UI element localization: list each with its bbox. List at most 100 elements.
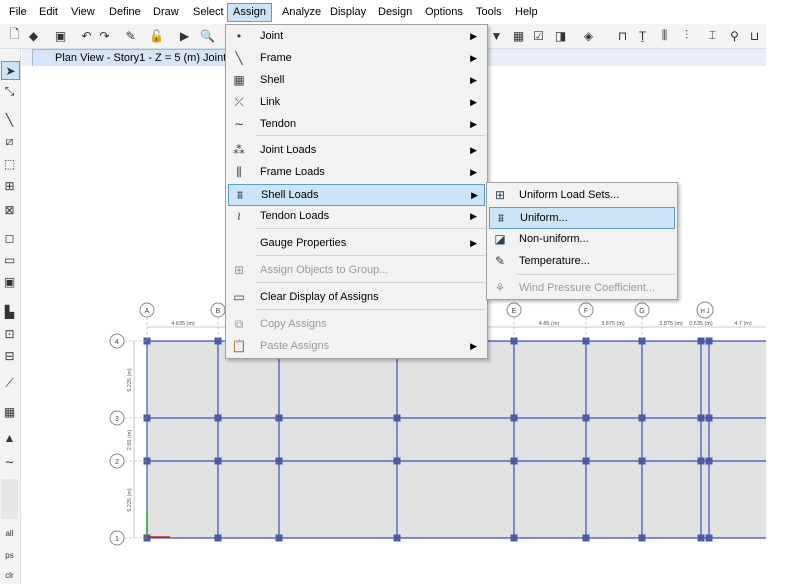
draw-shell-icon[interactable]: ◻ xyxy=(1,229,18,246)
draw-tendon-icon[interactable]: ▲ xyxy=(1,429,18,446)
assign-menu-item-tendon-loads[interactable]: ≀ Tendon Loads ▶ xyxy=(228,206,483,226)
non-uniform-load-icon: ◪ xyxy=(494,232,506,246)
shell-loads-item-temperature[interactable]: ✎ Temperature... xyxy=(489,251,673,271)
menu-edit[interactable]: Edit xyxy=(34,4,63,21)
display-options-icon[interactable]: ◨ xyxy=(552,27,569,44)
column-grid-label: A xyxy=(145,308,150,315)
menu-analyze[interactable]: Analyze xyxy=(277,4,326,21)
shell-loads-item-non-uniform[interactable]: ◪ Non-uniform... xyxy=(489,229,673,249)
draw-area-icon[interactable]: ▣ xyxy=(1,273,18,290)
joint-node xyxy=(582,414,590,422)
joint-node xyxy=(275,414,283,422)
clear-selection-button[interactable]: clr xyxy=(1,567,18,584)
menu-separator xyxy=(517,274,675,275)
frame-display-icon[interactable]: ⊔ xyxy=(746,27,763,44)
reshape-icon[interactable]: ⤡ xyxy=(1,83,18,100)
shell-loads-item-uniform-load-sets[interactable]: ⊞ Uniform Load Sets... xyxy=(489,185,673,205)
assign-menu-item-joint[interactable]: • Joint ▶ xyxy=(228,26,483,46)
results-icon[interactable]: ⫶ xyxy=(678,27,695,44)
menu-view[interactable]: View xyxy=(66,4,100,21)
previous-selection-button[interactable]: ps xyxy=(1,547,18,564)
section-icon[interactable]: Ṯ xyxy=(634,27,651,44)
joint-node xyxy=(214,414,222,422)
assign-menu-item-label: Assign Objects to Group... xyxy=(260,264,389,276)
draw-frame-icon[interactable]: ⧄ xyxy=(1,133,18,150)
group-icon: ⊞ xyxy=(233,263,245,277)
assign-menu-item-copy-assigns: ⧉ Copy Assigns xyxy=(228,314,483,334)
deformed-icon[interactable]: ⌶ xyxy=(704,27,721,44)
assign-menu-item-joint-loads[interactable]: ⁂ Joint Loads ▶ xyxy=(228,140,483,160)
row-grid-label: 3 xyxy=(115,416,119,423)
menu-options[interactable]: Options xyxy=(420,4,468,21)
menu-tools[interactable]: Tools xyxy=(471,4,507,21)
joint-node xyxy=(582,457,590,465)
undo-icon[interactable]: ↶ xyxy=(78,27,95,44)
draw-rect-icon[interactable]: ▭ xyxy=(1,251,18,268)
draw-link-icon[interactable]: ⟋ xyxy=(1,375,18,392)
draw-line-icon[interactable]: ╲ xyxy=(1,111,18,128)
menu-draw[interactable]: Draw xyxy=(148,4,184,21)
down-arrow-icon[interactable]: ▼ xyxy=(488,27,505,44)
view-3d-icon[interactable]: ◈ xyxy=(580,27,597,44)
shell-loads-item-label: Non-uniform... xyxy=(519,233,589,245)
menu-design[interactable]: Design xyxy=(373,4,417,21)
assign-menu-item-tendon[interactable]: ∼ Tendon ▶ xyxy=(228,114,483,134)
left-toolbar: ➤ ⤡ ╲ ⧄ ⬚ ⊞ ⊠ ◻ ▭ ▣ ▙ ⊡ ⊟ ⟋ ▦ ▲ ∼ all ps… xyxy=(0,49,21,584)
grid-select-icon[interactable]: ▦ xyxy=(510,27,527,44)
save-icon[interactable]: ▣ xyxy=(52,27,69,44)
menu-define[interactable]: Define xyxy=(104,4,146,21)
menu-file[interactable]: File xyxy=(4,4,32,21)
assign-menu-item-assign-objects-to-group: ⊞ Assign Objects to Group... xyxy=(228,260,483,280)
pencil-icon[interactable]: ✎ xyxy=(122,27,139,44)
assign-menu-item-shell-loads[interactable]: ⩩ Shell Loads ▶ xyxy=(228,184,485,206)
shell-loads-item-uniform[interactable]: ⩩ Uniform... xyxy=(489,207,675,229)
shell-loads-item-label: Uniform... xyxy=(520,212,568,224)
menu-assign[interactable]: Assign xyxy=(227,3,273,22)
loads-icon[interactable]: ⫼ xyxy=(656,27,673,44)
run-icon[interactable]: ▶ xyxy=(176,27,193,44)
assign-menu-item-gauge-properties[interactable]: Gauge Properties ▶ xyxy=(228,233,483,253)
shell-loads-icon: ⩩ xyxy=(236,188,244,202)
draw-beam-icon[interactable]: ⊞ xyxy=(1,177,18,194)
assign-menu-item-frame[interactable]: ╲ Frame ▶ xyxy=(228,48,483,68)
assign-menu-item-shell[interactable]: ▦ Shell ▶ xyxy=(228,70,483,90)
draw-brace-icon[interactable]: ⊠ xyxy=(1,201,18,218)
lock-icon[interactable]: 🔓 xyxy=(148,27,165,44)
submenu-arrow-icon: ▶ xyxy=(470,75,477,85)
assign-menu-item-clear-display-of-assigns[interactable]: ▭ Clear Display of Assigns xyxy=(228,287,483,307)
menu-display[interactable]: Display xyxy=(325,4,371,21)
joint-display-icon[interactable]: ⚲ xyxy=(726,27,743,44)
zoom-icon[interactable]: 🔍 xyxy=(199,27,216,44)
row-grid-label: 1 xyxy=(115,536,119,543)
draw-panel-icon[interactable]: ⊟ xyxy=(1,347,18,364)
redo-icon[interactable]: ↷ xyxy=(96,27,113,44)
joint-loads-icon: ⁂ xyxy=(233,143,245,157)
select-all-button[interactable]: all xyxy=(1,525,18,542)
new-file-icon[interactable]: 🗋 xyxy=(6,27,23,44)
draw-wave-icon[interactable]: ∼ xyxy=(1,453,18,470)
draw-column-icon[interactable]: ⬚ xyxy=(1,155,18,172)
frame-shape-icon[interactable]: ⊓ xyxy=(614,27,631,44)
assign-menu-item-label: Joint xyxy=(260,30,284,42)
menu-select[interactable]: Select xyxy=(188,4,229,21)
assign-menu-item-label: Copy Assigns xyxy=(260,318,327,330)
column-grid-label: G xyxy=(639,308,644,315)
draw-wall-icon[interactable]: ▙ xyxy=(1,303,18,320)
joint-node xyxy=(638,414,646,422)
submenu-arrow-icon: ▶ xyxy=(470,341,477,351)
assign-menu-item-link[interactable]: ⤫ Link ▶ xyxy=(228,92,483,112)
temperature-icon: ✎ xyxy=(494,254,506,268)
joint-node xyxy=(638,457,646,465)
pointer-icon[interactable]: ➤ xyxy=(1,61,20,80)
menu-help[interactable]: Help xyxy=(510,4,543,21)
draw-grid-icon[interactable]: ▦ xyxy=(1,403,18,420)
assign-menu-item-label: Paste Assigns xyxy=(260,340,330,352)
joint-node xyxy=(275,457,283,465)
draw-opening-icon[interactable]: ⊡ xyxy=(1,325,18,342)
frame-loads-icon: ⫼ xyxy=(236,165,242,179)
left-dimension-label: 5.225 (m) xyxy=(127,368,133,392)
open-file-icon[interactable]: ◆ xyxy=(25,27,42,44)
assign-menu-item-frame-loads[interactable]: ⫼ Frame Loads ▶ xyxy=(228,162,483,182)
shell-icon: ▦ xyxy=(233,73,245,87)
check-icon[interactable]: ☑ xyxy=(530,27,547,44)
